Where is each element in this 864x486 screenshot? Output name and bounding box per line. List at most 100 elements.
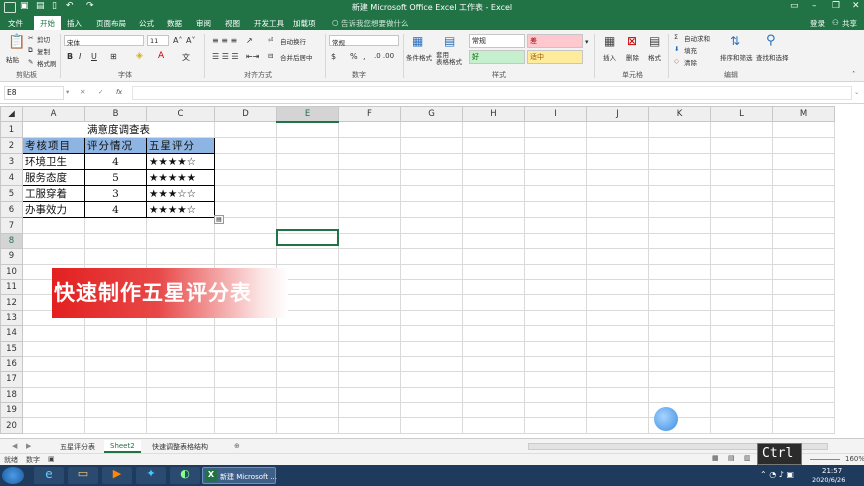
item-cell[interactable]: 工服穿着	[22, 185, 85, 203]
row-header[interactable]: 8	[0, 232, 23, 250]
header-cell-item[interactable]: 考核项目	[22, 137, 85, 155]
cell[interactable]	[84, 325, 147, 342]
cell[interactable]	[462, 137, 525, 155]
font-name-select[interactable]: 宋体	[64, 35, 144, 47]
cell[interactable]	[400, 294, 463, 311]
cell[interactable]	[524, 294, 587, 311]
cell[interactable]	[710, 169, 773, 187]
currency-icon[interactable]: $	[331, 52, 336, 61]
tab-insert[interactable]: 插入	[67, 18, 82, 29]
normal-view-icon[interactable]: ▦	[712, 454, 719, 462]
cell[interactable]	[524, 263, 587, 280]
cell[interactable]	[338, 263, 401, 280]
insert-cells-button[interactable]: 插入	[603, 52, 616, 62]
row-header[interactable]: 15	[0, 340, 23, 357]
cell[interactable]	[772, 355, 835, 373]
tab-developer[interactable]: 开发工具	[254, 18, 284, 29]
cell[interactable]	[648, 386, 711, 404]
cell[interactable]	[276, 121, 339, 139]
cell[interactable]	[772, 217, 835, 234]
cell[interactable]	[524, 355, 587, 373]
cell[interactable]	[462, 386, 525, 404]
tab-review[interactable]: 审阅	[196, 18, 211, 29]
cell[interactable]	[84, 248, 147, 265]
cell[interactable]	[462, 402, 525, 419]
cell[interactable]	[648, 232, 711, 250]
cell[interactable]	[462, 294, 525, 311]
row-header[interactable]: 1	[0, 121, 23, 139]
cell[interactable]	[400, 340, 463, 357]
column-header-j[interactable]: J	[586, 106, 649, 123]
cell[interactable]	[524, 340, 587, 357]
cell[interactable]	[710, 371, 773, 388]
cell[interactable]	[524, 309, 587, 327]
cell[interactable]	[648, 340, 711, 357]
row-header[interactable]: 9	[0, 248, 23, 265]
cell[interactable]	[338, 232, 401, 250]
app-icon[interactable]: ✦	[136, 467, 166, 484]
row-header[interactable]: 7	[0, 217, 23, 234]
restore-icon[interactable]: ❐	[832, 1, 840, 11]
minimize-icon[interactable]: –	[812, 1, 817, 11]
clock-time[interactable]: 21:57	[822, 467, 842, 475]
style-neutral[interactable]: 适中	[527, 50, 583, 64]
score-cell[interactable]: 5	[84, 169, 147, 187]
cell[interactable]	[338, 325, 401, 342]
cell[interactable]	[586, 137, 649, 155]
cell[interactable]	[400, 217, 463, 234]
tab-data[interactable]: 数据	[167, 18, 182, 29]
cell[interactable]	[710, 217, 773, 234]
paste-button[interactable]: 粘贴	[6, 54, 19, 64]
column-header-k[interactable]: K	[648, 106, 711, 123]
align-top-icon[interactable]: ≡ ≡ ≡	[212, 36, 237, 45]
quick-analysis-icon[interactable]: ▤	[214, 215, 224, 224]
stars-cell[interactable]: ★★★★★	[146, 169, 215, 187]
cell[interactable]	[276, 325, 339, 342]
page-layout-icon[interactable]: ▤	[728, 454, 735, 462]
font-shrink-icon[interactable]: A˅	[186, 36, 195, 45]
cell[interactable]	[400, 137, 463, 155]
indent-icon[interactable]: ⇤⇥	[246, 52, 259, 61]
cell[interactable]	[338, 309, 401, 327]
cell[interactable]	[22, 248, 85, 265]
cell[interactable]	[586, 201, 649, 219]
copy-button[interactable]: 复制	[37, 46, 50, 56]
cell[interactable]	[22, 355, 85, 373]
delete-cells-button[interactable]: 删除	[626, 52, 639, 62]
row-header[interactable]: 2	[0, 137, 23, 155]
wrap-text-button[interactable]: 自动换行	[280, 36, 306, 46]
cell[interactable]	[214, 402, 277, 419]
row-header[interactable]: 11	[0, 278, 23, 296]
cell[interactable]	[338, 185, 401, 203]
collapse-ribbon-icon[interactable]: ˄	[852, 70, 855, 78]
cell[interactable]	[338, 121, 401, 139]
cell[interactable]	[524, 185, 587, 203]
next-sheet-icon[interactable]: ▶	[20, 440, 37, 453]
row-header[interactable]: 5	[0, 185, 23, 203]
cell[interactable]	[400, 263, 463, 280]
cell[interactable]	[648, 248, 711, 265]
style-bad[interactable]: 差	[527, 34, 583, 48]
clear-button[interactable]: 清除	[684, 57, 697, 67]
italic-button[interactable]: I	[79, 52, 81, 61]
cell[interactable]	[338, 371, 401, 388]
decimal-icon[interactable]: .0 .00	[374, 52, 394, 60]
cell[interactable]	[772, 232, 835, 250]
cell[interactable]	[710, 263, 773, 280]
select-all-corner[interactable]: ◢	[0, 106, 23, 123]
cell[interactable]	[276, 402, 339, 419]
cell[interactable]	[462, 355, 525, 373]
column-header-g[interactable]: G	[400, 106, 463, 123]
cell[interactable]	[276, 386, 339, 404]
cell[interactable]	[214, 340, 277, 357]
row-header[interactable]: 17	[0, 371, 23, 388]
row-header[interactable]: 3	[0, 153, 23, 171]
cell[interactable]	[400, 169, 463, 187]
cell[interactable]	[146, 232, 215, 250]
cell[interactable]	[648, 325, 711, 342]
cell[interactable]	[84, 371, 147, 388]
styles-more-icon[interactable]: ▾	[585, 38, 589, 46]
cell[interactable]	[586, 294, 649, 311]
fill-color-icon[interactable]: ◈	[136, 51, 143, 61]
macro-record-icon[interactable]: ▣	[48, 455, 55, 463]
